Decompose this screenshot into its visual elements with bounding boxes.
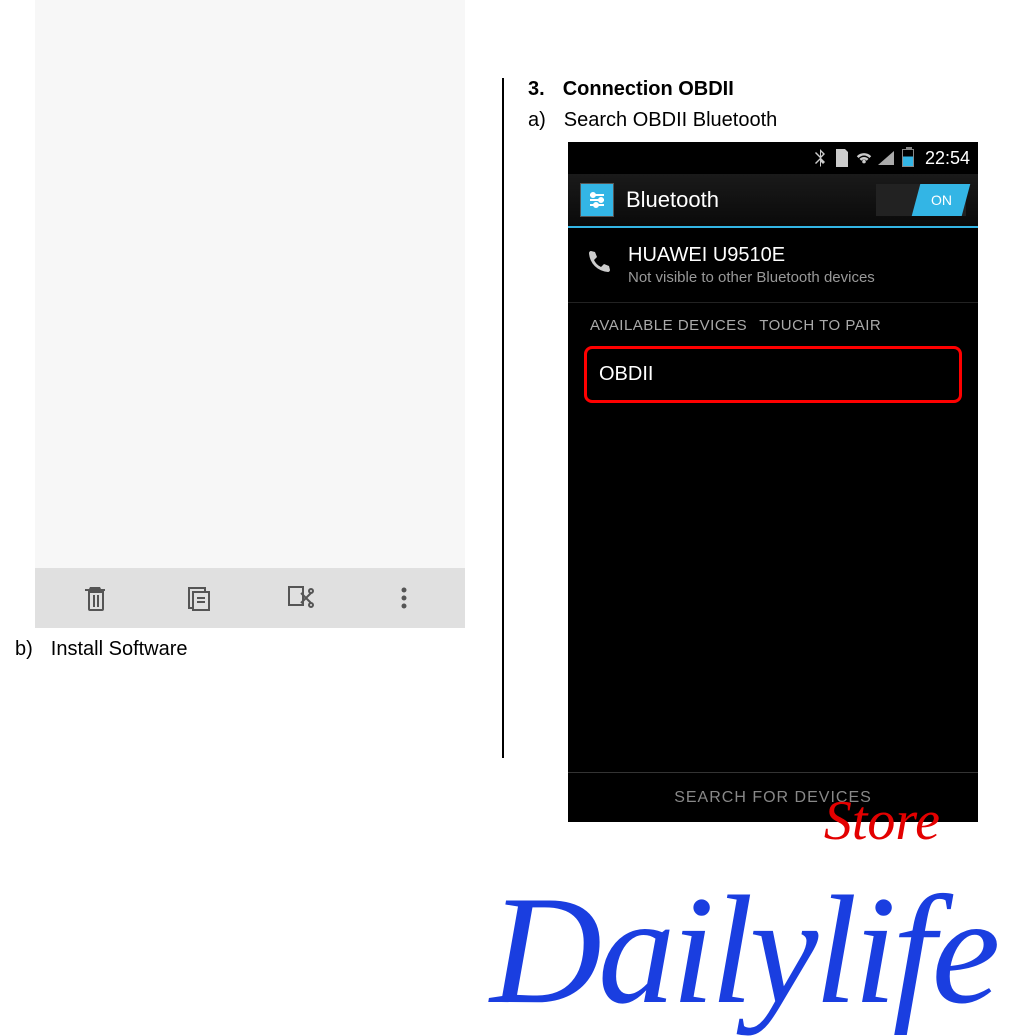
substep-letter: a) [528,109,546,132]
left-column: b) Install Software [35,0,465,661]
step-title: Connection OBDII [563,78,734,101]
step-title-row: 3. Connection OBDII [528,78,988,101]
copy-icon[interactable] [179,578,219,618]
phone-screenshot: 22:54 Bluetooth ON HUAWEI U9510E Not vis… [568,142,978,822]
my-device-row[interactable]: HUAWEI U9510E Not visible to other Bluet… [568,228,978,303]
bluetooth-toggle[interactable]: ON [876,184,966,216]
watermark: Store Dailylife [490,873,1010,1028]
left-caption: b) Install Software [15,638,465,661]
substep-text: Search OBDII Bluetooth [564,109,777,132]
available-label: AVAILABLE DEVICES [590,317,747,334]
substep-row: a) Search OBDII Bluetooth [528,109,988,132]
status-time: 22:54 [925,148,970,169]
bluetooth-title: Bluetooth [626,187,864,213]
trash-icon[interactable] [76,578,116,618]
search-devices-button[interactable]: SEARCH FOR DEVICES [568,772,978,822]
signal-status-icon [877,149,895,167]
status-bar: 22:54 [568,142,978,174]
battery-status-icon [899,149,917,167]
more-icon[interactable] [384,578,424,618]
card-status-icon [833,149,851,167]
toggle-label: ON [931,192,952,208]
bluetooth-header: Bluetooth ON [568,174,978,228]
caption-letter: b) [15,638,33,661]
right-column: 3. Connection OBDII a) Search OBDII Blue… [528,78,988,822]
available-device-obdii[interactable]: OBDII [584,346,962,403]
blank-screenshot-area [35,0,465,568]
wifi-status-icon [855,149,873,167]
pair-hint: TOUCH TO PAIR [759,317,881,334]
available-devices-header: AVAILABLE DEVICES TOUCH TO PAIR [568,303,978,342]
watermark-main: Dailylife [490,873,1010,1028]
caption-text: Install Software [51,638,188,661]
settings-slider-icon [580,183,614,217]
device-visibility: Not visible to other Bluetooth devices [628,269,960,286]
device-info: HUAWEI U9510E Not visible to other Bluet… [628,244,960,286]
phone-handset-icon [586,249,612,282]
step-number: 3. [528,78,545,101]
toolbar [35,568,465,628]
column-divider [502,78,504,758]
cut-icon[interactable] [281,578,321,618]
bluetooth-status-icon [811,149,829,167]
device-name: HUAWEI U9510E [628,244,960,267]
